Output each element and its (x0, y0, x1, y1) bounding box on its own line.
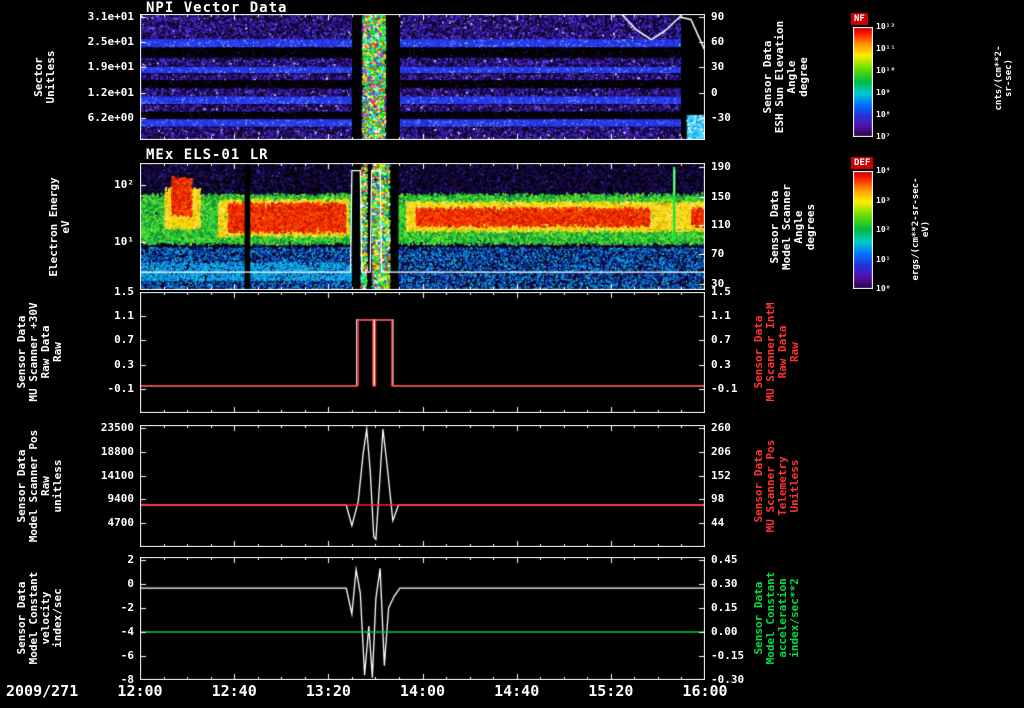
right-tick-label: 110 (711, 219, 771, 231)
colorbar-tick-label: 10¹¹ (876, 45, 895, 53)
y-tick-label: -6 (58, 650, 134, 662)
colorbar-tick-label: 10⁷ (876, 133, 890, 141)
def-colorbar-units-label: ergs/(cm**2-sr-sec-eV) (911, 178, 931, 281)
npi-spectrogram-canvas (140, 14, 705, 140)
colorbar-tick-label: 10¹ (876, 256, 890, 264)
y-tick-label: 1.9e+01 (58, 61, 134, 73)
right-tick-label: 1.5 (711, 286, 771, 298)
science-telemetry-plot: NPI Vector Data MEx ELS-01 LR Sector Uni… (0, 0, 1024, 708)
nf-colorbar (853, 27, 873, 137)
time-tick-label: 15:20 (576, 683, 646, 699)
y-tick-label: 10² (58, 179, 134, 191)
time-tick-label: 12:40 (199, 683, 269, 699)
y-tick-label: 1.2e+01 (58, 87, 134, 99)
p4-y-axis-label: Sensor Data Model Scanner Pos Raw unitle… (16, 430, 64, 543)
scanner-pos-canvas (140, 425, 705, 547)
mu-scanner-30v-canvas (140, 292, 705, 413)
time-tick-label: 14:00 (388, 683, 458, 699)
right-tick-label: 90 (711, 11, 771, 23)
y-tick-label: 2.5e+01 (58, 36, 134, 48)
y-tick-label: -2 (58, 602, 134, 614)
els-title: MEx ELS-01 LR (146, 148, 269, 162)
right-tick-label: 30 (711, 61, 771, 73)
y-tick-label: -0.1 (58, 383, 134, 395)
colorbar-tick-label: 10⁹ (876, 89, 890, 97)
y-tick-label: 2 (58, 554, 134, 566)
colorbar-tick-label: 10⁸ (876, 111, 890, 119)
p5-y-axis-label: Sensor Data Model Constant velocity inde… (16, 572, 64, 665)
right-tick-label: 98 (711, 493, 771, 505)
npi-y-axis-label: Sector Unitless (33, 51, 57, 104)
right-tick-label: -0.15 (711, 650, 771, 662)
def-colorbar (853, 171, 873, 289)
right-tick-label: 152 (711, 470, 771, 482)
right-tick-label: 150 (711, 191, 771, 203)
model-constant-canvas (140, 557, 705, 680)
els-y-axis-label: Electron Energy eV (48, 177, 72, 276)
right-tick-label: 44 (711, 517, 771, 529)
nf-colorbar-tag: NF (851, 13, 868, 25)
def-colorbar-tag: DEF (851, 157, 873, 169)
y-tick-label: 9400 (58, 493, 134, 505)
right-tick-label: 190 (711, 161, 771, 173)
colorbar-tick-label: 10¹⁰ (876, 67, 895, 75)
colorbar-tick-label: 10⁴ (876, 167, 890, 175)
npi-title: NPI Vector Data (146, 1, 287, 15)
right-tick-label: 206 (711, 446, 771, 458)
p3-y-axis-label: Sensor Data MU Scanner +30V Raw Data Raw (16, 302, 64, 401)
right-tick-label: 0.7 (711, 334, 771, 346)
y-tick-label: 1.1 (58, 310, 134, 322)
y-tick-label: 23500 (58, 422, 134, 434)
right-tick-label: 1.1 (711, 310, 771, 322)
y-tick-label: 0.7 (58, 334, 134, 346)
right-tick-label: -30 (711, 112, 771, 124)
colorbar-tick-label: 10⁰ (876, 285, 890, 293)
right-tick-label: 0 (711, 87, 771, 99)
y-tick-label: 0.3 (58, 359, 134, 371)
right-tick-label: 0.3 (711, 359, 771, 371)
colorbar-tick-label: 10² (876, 226, 890, 234)
right-tick-label: 70 (711, 248, 771, 260)
time-tick-label: 16:00 (670, 683, 740, 699)
y-tick-label: 1.5 (58, 286, 134, 298)
y-tick-label: 10¹ (58, 236, 134, 248)
y-tick-label: 0 (58, 578, 134, 590)
y-tick-label: 14100 (58, 470, 134, 482)
time-tick-label: 14:40 (482, 683, 552, 699)
right-tick-label: 0.15 (711, 602, 771, 614)
y-tick-label: 4700 (58, 517, 134, 529)
els-spectrogram-canvas (140, 163, 705, 290)
y-tick-label: 6.2e+00 (58, 112, 134, 124)
right-tick-label: 0.45 (711, 554, 771, 566)
nf-colorbar-units-label: cnts/(cm**2-sr-sec) (994, 45, 1014, 110)
colorbar-tick-label: 10³ (876, 197, 890, 205)
time-tick-label: 12:00 (105, 683, 175, 699)
right-tick-label: 0.30 (711, 578, 771, 590)
right-tick-label: 0.00 (711, 626, 771, 638)
y-tick-label: 18800 (58, 446, 134, 458)
right-tick-label: -0.1 (711, 383, 771, 395)
y-tick-label: 3.1e+01 (58, 11, 134, 23)
els-right-axis-label: Sensor Data Model Scanner Angle degrees (769, 184, 817, 270)
time-tick-label: 13:20 (293, 683, 363, 699)
colorbar-tick-label: 10¹² (876, 23, 895, 31)
right-tick-label: 60 (711, 36, 771, 48)
y-tick-label: -4 (58, 626, 134, 638)
right-tick-label: 260 (711, 422, 771, 434)
